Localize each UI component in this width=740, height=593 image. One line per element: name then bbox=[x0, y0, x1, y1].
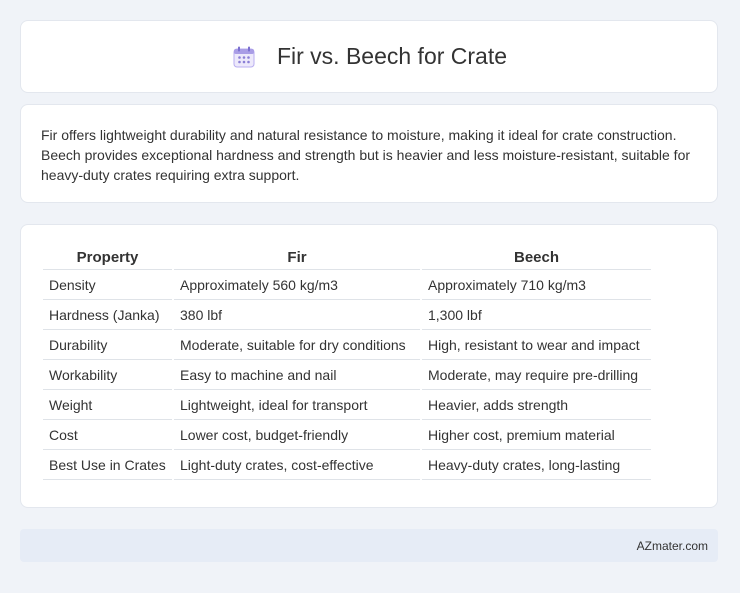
cell-beech: Moderate, may require pre-drilling bbox=[422, 360, 651, 390]
cell-fir: Light-duty crates, cost-effective bbox=[174, 450, 420, 480]
cell-fir: Approximately 560 kg/m3 bbox=[174, 270, 420, 300]
page-title: Fir vs. Beech for Crate bbox=[276, 43, 508, 69]
table-row: Best Use in Crates Light-duty crates, co… bbox=[43, 450, 651, 480]
table-header-row: Property Fir Beech bbox=[43, 245, 651, 270]
cell-fir: Moderate, suitable for dry conditions bbox=[174, 330, 420, 360]
cell-beech: Approximately 710 kg/m3 bbox=[422, 270, 651, 300]
cell-beech: High, resistant to wear and impact bbox=[422, 330, 651, 360]
description-text: Fir offers lightweight durability and na… bbox=[41, 127, 691, 183]
cell-property: Best Use in Crates bbox=[43, 450, 172, 480]
description-card: Fir offers lightweight durability and na… bbox=[20, 104, 718, 203]
cell-beech: Heavy-duty crates, long-lasting bbox=[422, 450, 651, 480]
cell-beech: Heavier, adds strength bbox=[422, 390, 651, 420]
cell-property: Density bbox=[43, 270, 172, 300]
title-card: Fir vs. Beech for Crate bbox=[20, 20, 718, 93]
cell-fir: Lower cost, budget-friendly bbox=[174, 420, 420, 450]
cell-fir: Easy to machine and nail bbox=[174, 360, 420, 390]
table-row: Density Approximately 560 kg/m3 Approxim… bbox=[43, 270, 651, 300]
header-beech: Beech bbox=[422, 245, 651, 270]
cell-property: Weight bbox=[43, 390, 172, 420]
footer-site-link[interactable]: AZmater.com bbox=[637, 539, 708, 553]
cell-property: Durability bbox=[43, 330, 172, 360]
header-fir: Fir bbox=[174, 245, 420, 270]
comparison-table: Property Fir Beech Density Approximately… bbox=[41, 245, 653, 480]
table-row: Weight Lightweight, ideal for transport … bbox=[43, 390, 651, 420]
cell-beech: 1,300 lbf bbox=[422, 300, 651, 330]
calendar-icon bbox=[231, 44, 257, 70]
cell-beech: Higher cost, premium material bbox=[422, 420, 651, 450]
cell-fir: 380 lbf bbox=[174, 300, 420, 330]
table-row: Durability Moderate, suitable for dry co… bbox=[43, 330, 651, 360]
header-property: Property bbox=[43, 245, 172, 270]
table-row: Workability Easy to machine and nail Mod… bbox=[43, 360, 651, 390]
cell-property: Workability bbox=[43, 360, 172, 390]
cell-property: Cost bbox=[43, 420, 172, 450]
table-row: Cost Lower cost, budget-friendly Higher … bbox=[43, 420, 651, 450]
table-row: Hardness (Janka) 380 lbf 1,300 lbf bbox=[43, 300, 651, 330]
footer-bar: AZmater.com bbox=[20, 529, 718, 562]
cell-fir: Lightweight, ideal for transport bbox=[174, 390, 420, 420]
cell-property: Hardness (Janka) bbox=[43, 300, 172, 330]
comparison-table-card: Property Fir Beech Density Approximately… bbox=[20, 224, 718, 508]
